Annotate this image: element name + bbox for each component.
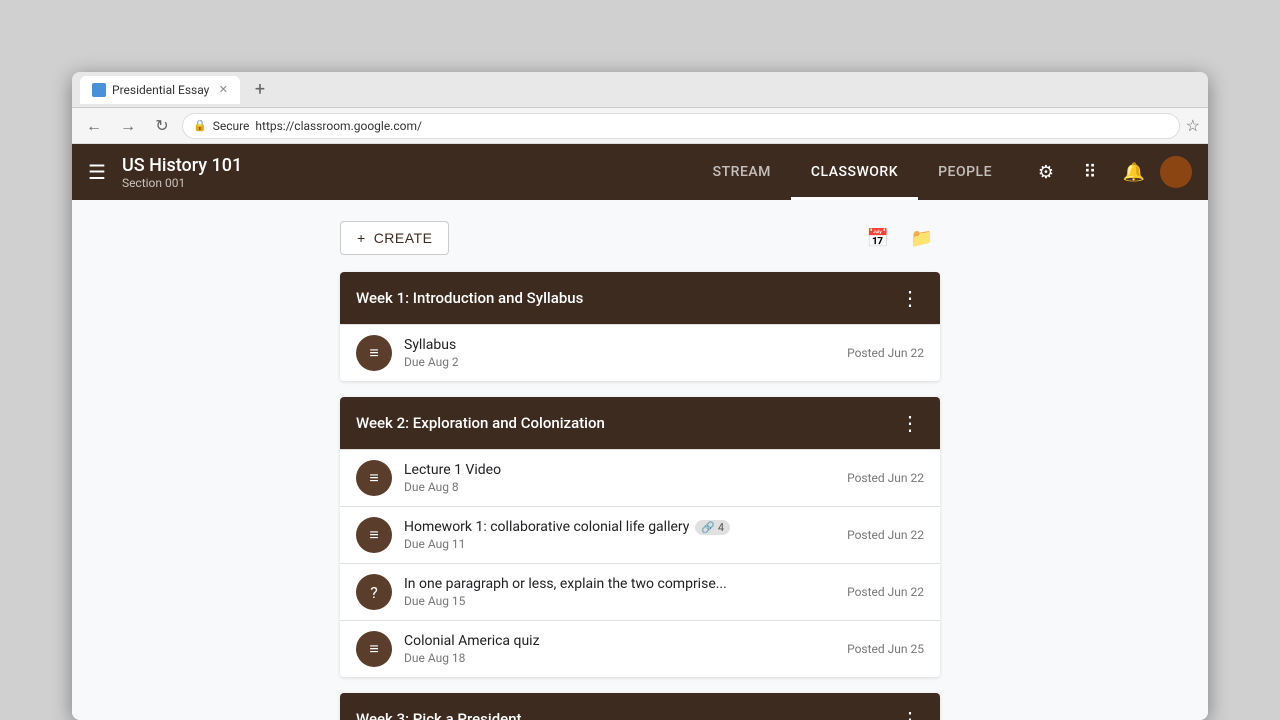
assignment-info: Lecture 1 Video Due Aug 8 [404,462,835,494]
assignment-due: Due Aug 2 [404,355,835,369]
assignment-name: Homework 1: collaborative colonial life … [404,519,835,535]
browser-titlebar: Presidential Essay ✕ + [72,72,1208,108]
course-section: Section 001 [122,176,693,190]
topic-header: Week 3: Pick a President ⋮ [340,693,940,720]
assignment-name: In one paragraph or less, explain the tw… [404,576,835,592]
settings-icon-button[interactable]: ⚙ [1028,154,1064,190]
toolbar-right: 📅 📁 [860,220,940,256]
assignment-info: Homework 1: collaborative colonial life … [404,519,835,551]
calendar-icon: 📅 [867,228,889,249]
assignment-due: Due Aug 18 [404,651,835,665]
topic-section: Week 2: Exploration and Colonization ⋮ ≡ Le… [340,397,940,677]
folder-icon-button[interactable]: 📁 [904,220,940,256]
tab-stream[interactable]: STREAM [693,144,791,200]
topic-menu-button[interactable]: ⋮ [896,705,924,720]
course-title: US History 101 [122,155,693,176]
browser-toolbar: ← → ↻ 🔒 Secure https://classroom.google.… [72,108,1208,144]
browser-window: Presidential Essay ✕ + ← → ↻ 🔒 Secure ht… [72,72,1208,720]
assignment-due: Due Aug 8 [404,480,835,494]
secure-icon: 🔒 [193,119,207,132]
topic-title: Week 2: Exploration and Colonization [356,414,605,432]
assignment-badge: 🔗 4 [695,520,730,535]
tab-classwork[interactable]: CLASSWORK [791,144,918,200]
assignment-posted: Posted Jun 25 [847,642,924,656]
tab-favicon [92,83,106,97]
topic-section: Week 1: Introduction and Syllabus ⋮ ≡ Sylla… [340,272,940,381]
assignment-doc-icon: ≡ [356,631,392,667]
folder-icon: 📁 [911,228,933,249]
nav-tabs: STREAM CLASSWORK PEOPLE [693,144,1012,200]
assignment-item[interactable]: ≡ Lecture 1 Video Due Aug 8 Posted Jun 22 [340,449,940,506]
topic-header: Week 2: Exploration and Colonization ⋮ [340,397,940,449]
assignment-name-text: Lecture 1 Video [404,462,501,478]
assignment-doc-icon: ≡ [356,335,392,371]
url-secure-label: Secure [213,119,250,133]
tab-people[interactable]: PEOPLE [918,144,1012,200]
course-info: US History 101 Section 001 [122,155,693,190]
address-bar[interactable]: 🔒 Secure https://classroom.google.com/ [182,113,1180,139]
new-tab-button[interactable]: + [246,76,274,104]
assignment-name: Colonial America quiz [404,633,835,649]
browser-tab[interactable]: Presidential Essay ✕ [80,76,240,104]
assignment-item[interactable]: ≡ Colonial America quiz Due Aug 18 Posted J… [340,620,940,677]
refresh-button[interactable]: ↻ [148,112,176,140]
create-button[interactable]: + CREATE [340,221,449,255]
menu-icon[interactable]: ☰ [88,160,106,184]
topic-header: Week 1: Introduction and Syllabus ⋮ [340,272,940,324]
calendar-icon-button[interactable]: 📅 [860,220,896,256]
question-icon: ? [356,574,392,610]
topic-title: Week 1: Introduction and Syllabus [356,289,583,307]
app-content: ☰ US History 101 Section 001 STREAM CLAS… [72,144,1208,720]
assignment-name-text: Syllabus [404,337,456,353]
assignment-info: In one paragraph or less, explain the tw… [404,576,835,608]
content-toolbar: + CREATE 📅 📁 [340,220,940,256]
assignment-info: Colonial America quiz Due Aug 18 [404,633,835,665]
topic-menu-button[interactable]: ⋮ [896,284,924,312]
assignment-name-text: Homework 1: collaborative colonial life … [404,519,689,535]
user-avatar[interactable] [1160,156,1192,188]
create-plus-icon: + [357,230,366,246]
assignment-name: Lecture 1 Video [404,462,835,478]
assignment-item[interactable]: ≡ Homework 1: collaborative colonial life… [340,506,940,563]
assignment-due: Due Aug 11 [404,537,835,551]
assignment-posted: Posted Jun 22 [847,346,924,360]
notifications-icon-button[interactable]: 🔔 [1116,154,1152,190]
assignment-doc-icon: ≡ [356,517,392,553]
back-button[interactable]: ← [80,112,108,140]
forward-button[interactable]: → [114,112,142,140]
assignment-posted: Posted Jun 22 [847,528,924,542]
assignment-info: Syllabus Due Aug 2 [404,337,835,369]
topic-title: Week 3: Pick a President [356,710,522,720]
url-text: https://classroom.google.com/ [255,119,422,133]
main-content: + CREATE 📅 📁 Week 1: Introduction and Sy… [340,200,940,720]
assignment-item[interactable]: ≡ Syllabus Due Aug 2 Posted Jun 22 [340,324,940,381]
assignment-name-text: In one paragraph or less, explain the tw… [404,576,727,592]
topics-container: Week 1: Introduction and Syllabus ⋮ ≡ Sylla… [340,272,940,720]
topic-menu-button[interactable]: ⋮ [896,409,924,437]
assignment-posted: Posted Jun 22 [847,585,924,599]
topic-section: Week 3: Pick a President⋮?Exit ticket: d… [340,693,940,720]
nav-icons: ⚙ ⠿ 🔔 [1028,154,1192,190]
tab-close-button[interactable]: ✕ [219,83,228,96]
tab-title: Presidential Essay [112,83,209,97]
assignment-item[interactable]: ? In one paragraph or less, explain the t… [340,563,940,620]
bookmark-button[interactable]: ☆ [1186,116,1200,135]
assignment-doc-icon: ≡ [356,460,392,496]
top-navigation: ☰ US History 101 Section 001 STREAM CLAS… [72,144,1208,200]
create-button-label: CREATE [374,230,433,246]
assignment-due: Due Aug 15 [404,594,835,608]
assignment-name: Syllabus [404,337,835,353]
assignment-posted: Posted Jun 22 [847,471,924,485]
assignment-name-text: Colonial America quiz [404,633,540,649]
apps-icon-button[interactable]: ⠿ [1072,154,1108,190]
